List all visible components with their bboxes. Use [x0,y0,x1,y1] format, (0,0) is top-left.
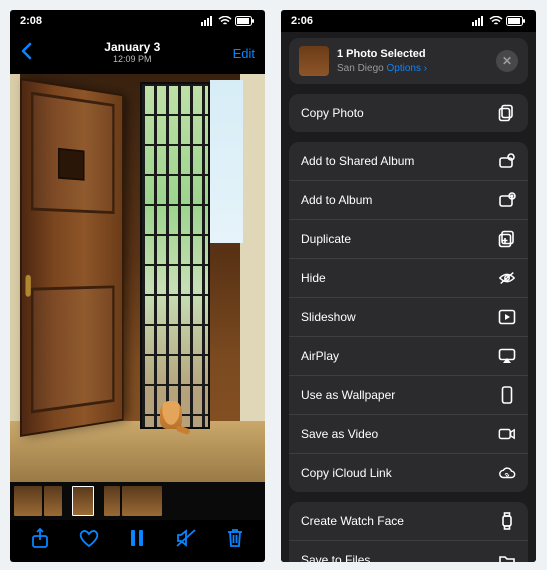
nav-header: January 3 12:09 PM Edit [10,32,265,74]
thumb-gap [96,486,102,516]
cellular-icon [201,16,215,26]
thumb-cluster[interactable] [14,486,42,516]
watch-face-row[interactable]: Create Watch Face [289,502,528,540]
copy-photo-row[interactable]: Copy Photo [289,94,528,132]
wifi-icon [489,16,503,26]
thumb-cluster[interactable] [44,486,62,516]
edit-button[interactable]: Edit [233,46,255,61]
favorite-button[interactable] [77,526,101,550]
status-time: 2:06 [291,15,313,27]
airplay-icon [498,347,516,365]
photo-main[interactable] [10,74,265,482]
close-icon: ✕ [502,54,512,68]
status-right [472,16,526,26]
close-button[interactable]: ✕ [496,50,518,72]
wifi-icon [218,16,232,26]
trash-button[interactable] [223,526,247,550]
pause-icon [129,529,145,547]
add-shared-album-row[interactable]: Add to Shared Album [289,142,528,180]
selection-title: 1 Photo Selected [337,47,488,61]
battery-icon [506,16,526,26]
photos-detail-view: 2:08 January 3 12:09 PM Edit [10,10,265,562]
play-rect-icon [498,308,516,326]
folder-icon [498,551,516,562]
phone-rect-icon [498,386,516,404]
slideshow-row[interactable]: Slideshow [289,297,528,336]
row-label: Add to Shared Album [301,154,414,168]
save-video-row[interactable]: Save as Video [289,414,528,453]
speaker-muted-icon [175,528,197,548]
thumb-gap [64,486,70,516]
row-label: Hide [301,271,326,285]
row-label: Duplicate [301,232,351,246]
row-label: Create Watch Face [301,514,404,528]
duplicate-row[interactable]: Duplicate [289,219,528,258]
action-section-2: Add to Shared Album Add to Album Duplica… [289,142,528,492]
trash-icon [226,528,244,548]
row-label: Copy Photo [301,106,364,120]
share-header: 1 Photo Selected San Diego Options › ✕ [289,38,528,84]
status-right [201,16,255,26]
share-sheet-view: 2:06 1 Photo Selected San Diego Options … [281,10,536,562]
photo-illustration [10,74,265,482]
duplicate-icon [498,230,516,248]
row-label: Save as Video [301,427,378,441]
options-link[interactable]: Options › [386,63,427,74]
status-bar: 2:06 [281,10,536,32]
heart-icon [78,528,100,548]
battery-icon [235,16,255,26]
chevron-left-icon [20,42,32,60]
save-files-row[interactable]: Save to Files [289,540,528,562]
copy-icon [498,104,516,122]
album-icon [498,191,516,209]
action-section-1: Copy Photo [289,94,528,132]
icloud-link-row[interactable]: Copy iCloud Link [289,453,528,492]
selection-location: San Diego [337,63,384,74]
wallpaper-row[interactable]: Use as Wallpaper [289,375,528,414]
share-button[interactable] [28,526,52,550]
mute-button[interactable] [174,526,198,550]
row-label: AirPlay [301,349,339,363]
row-label: Add to Album [301,193,372,207]
time-label: 12:09 PM [32,55,233,65]
status-bar: 2:08 [10,10,265,32]
shared-album-icon [498,152,516,170]
status-time: 2:08 [20,15,42,27]
photo-date-title: January 3 12:09 PM [32,41,233,64]
thumbnail-scrubber[interactable] [10,482,265,520]
share-icon [30,527,50,549]
cloud-link-icon [498,464,516,482]
add-album-row[interactable]: Add to Album [289,180,528,219]
video-icon [498,425,516,443]
row-label: Slideshow [301,310,356,324]
watch-icon [498,512,516,530]
date-label: January 3 [32,41,233,54]
selected-thumb [299,46,329,76]
back-button[interactable] [20,42,32,65]
action-section-3: Create Watch Face Save to Files Assign t… [289,502,528,562]
hide-row[interactable]: Hide [289,258,528,297]
row-label: Use as Wallpaper [301,388,395,402]
thumb-next[interactable] [122,486,162,516]
photo-area[interactable] [10,74,265,520]
eye-slash-icon [498,269,516,287]
share-sheet-body[interactable]: 1 Photo Selected San Diego Options › ✕ C… [281,32,536,562]
cellular-icon [472,16,486,26]
bottom-toolbar [10,520,265,562]
airplay-row[interactable]: AirPlay [289,336,528,375]
thumb-current[interactable] [72,486,94,516]
row-label: Copy iCloud Link [301,466,392,480]
thumb-next[interactable] [104,486,120,516]
pause-button[interactable] [125,526,149,550]
row-label: Save to Files [301,553,370,562]
